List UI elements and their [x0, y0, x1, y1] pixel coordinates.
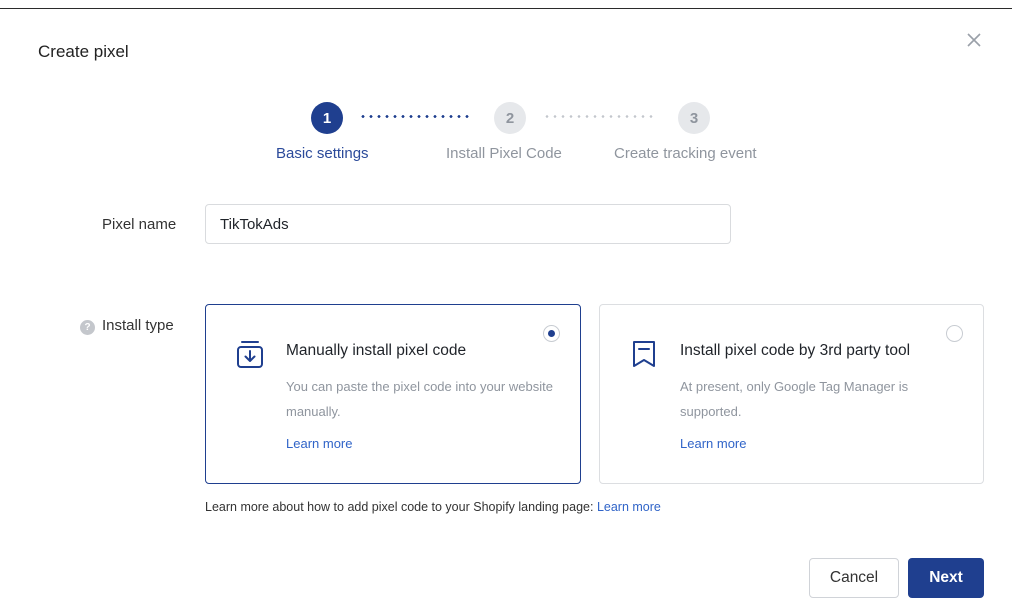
- cancel-button[interactable]: Cancel: [809, 558, 899, 598]
- top-divider: [0, 8, 1012, 9]
- install-type-label: Install type: [102, 317, 174, 334]
- radio-selected[interactable]: [543, 325, 560, 342]
- note-learn-more-link[interactable]: Learn more: [597, 500, 661, 514]
- step-1-label: Basic settings: [276, 145, 369, 162]
- learn-more-link[interactable]: Learn more: [286, 436, 352, 451]
- learn-more-link[interactable]: Learn more: [680, 436, 746, 451]
- option-third-party-tool[interactable]: Install pixel code by 3rd party tool At …: [599, 304, 984, 484]
- radio-unselected[interactable]: [946, 325, 963, 342]
- option-description: You can paste the pixel code into your w…: [286, 379, 553, 419]
- step-3-label: Create tracking event: [614, 145, 757, 162]
- shopify-help-note: Learn more about how to add pixel code t…: [205, 500, 661, 514]
- bookmark-icon: [633, 341, 655, 367]
- next-button[interactable]: Next: [908, 558, 984, 598]
- step-2-indicator: 2: [494, 102, 526, 134]
- step-3-indicator: 3: [678, 102, 710, 134]
- option-title: Install pixel code by 3rd party tool: [680, 342, 911, 359]
- pixel-name-input[interactable]: [205, 204, 731, 244]
- download-box-icon: [237, 341, 263, 368]
- step-2-label: Install Pixel Code: [446, 145, 562, 162]
- help-icon[interactable]: ?: [80, 320, 95, 335]
- pixel-name-label: Pixel name: [102, 216, 177, 233]
- step-connector-2: [543, 115, 657, 118]
- step-1-indicator: 1: [311, 102, 343, 134]
- option-title: Manually install pixel code: [286, 342, 467, 359]
- step-connector-1: [359, 115, 473, 118]
- note-text: Learn more about how to add pixel code t…: [205, 500, 597, 514]
- option-description: At present, only Google Tag Manager is s…: [680, 379, 909, 419]
- dialog-title: Create pixel: [38, 42, 129, 61]
- close-icon[interactable]: [964, 30, 984, 50]
- option-manual-install[interactable]: Manually install pixel code You can past…: [205, 304, 581, 484]
